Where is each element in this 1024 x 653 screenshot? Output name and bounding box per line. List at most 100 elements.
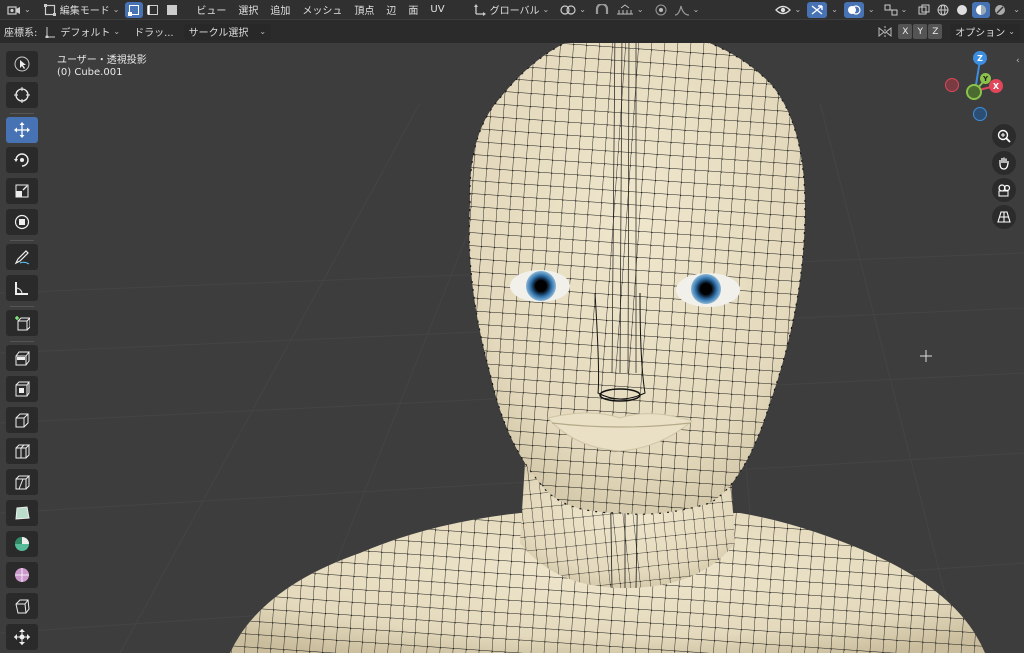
tool-add-cube[interactable] bbox=[6, 310, 38, 336]
mesh-edit-overlays-icon bbox=[884, 4, 898, 15]
gizmo-axis-neg-y[interactable] bbox=[966, 84, 982, 100]
viewport-canvas[interactable] bbox=[0, 43, 1024, 653]
gizmo-axis-y[interactable]: Y bbox=[980, 73, 991, 84]
mesh-edit-overlays[interactable]: ⌄ bbox=[881, 2, 911, 18]
bevel-icon bbox=[15, 413, 29, 428]
mirror-y-toggle[interactable]: Y bbox=[913, 24, 928, 39]
overlays-icon bbox=[847, 4, 861, 15]
visibility-dropdown[interactable]: ⌄ bbox=[772, 2, 804, 18]
tool-settings-header: 座標系: デフォルト ⌄ ドラッ... サークル選択 ⌄ X Y Z オプション ⌄ bbox=[0, 20, 1024, 43]
zoom-button[interactable] bbox=[992, 124, 1016, 148]
edge-select-button[interactable] bbox=[144, 2, 162, 18]
shrink-fatten-icon bbox=[14, 629, 30, 645]
solid-sphere-icon bbox=[957, 4, 968, 15]
tool-extrude[interactable] bbox=[6, 345, 38, 371]
tool-select-cursor[interactable] bbox=[6, 51, 38, 77]
shading-material-button[interactable] bbox=[972, 1, 991, 18]
shading-dropdown[interactable]: ⌄ bbox=[1013, 5, 1020, 14]
ruler-icon bbox=[15, 282, 28, 295]
tool-annotate[interactable] bbox=[6, 244, 38, 270]
menu-select[interactable]: 選択 bbox=[232, 2, 264, 17]
loop-cut-icon bbox=[15, 444, 30, 459]
mirror-x-toggle[interactable]: X bbox=[898, 24, 913, 39]
proportional-edit-toggle[interactable] bbox=[652, 2, 670, 18]
vertex-select-icon bbox=[128, 4, 140, 16]
shading-solid-button[interactable] bbox=[953, 2, 971, 18]
tool-shrink-fatten[interactable] bbox=[6, 624, 38, 650]
pivot-point-dropdown[interactable]: ⌄ bbox=[557, 2, 589, 18]
tool-transform[interactable] bbox=[6, 209, 38, 235]
shading-rendered-button[interactable] bbox=[991, 2, 1009, 18]
menu-uv[interactable]: UV bbox=[424, 4, 450, 15]
menu-mesh[interactable]: メッシュ bbox=[296, 2, 348, 17]
scale-icon bbox=[15, 184, 29, 198]
rendered-sphere-icon bbox=[995, 4, 1006, 15]
gizmo-axis-neg-z[interactable] bbox=[973, 107, 987, 121]
gizmo-axis-neg-x[interactable] bbox=[945, 78, 959, 92]
gizmo-toggle[interactable] bbox=[807, 1, 828, 18]
overlays-toggle[interactable] bbox=[843, 1, 864, 18]
snap-toggle[interactable] bbox=[592, 2, 612, 18]
menu-vertex[interactable]: 頂点 bbox=[348, 2, 380, 17]
gizmo-axis-z[interactable]: Z bbox=[973, 51, 987, 65]
tool-rotate[interactable] bbox=[6, 147, 38, 173]
face-select-button[interactable] bbox=[163, 2, 181, 18]
gizmo-dropdown[interactable]: ⌄ bbox=[831, 5, 838, 14]
coord-label: 座標系: bbox=[4, 28, 38, 39]
menu-face[interactable]: 面 bbox=[402, 2, 424, 17]
options-dropdown[interactable]: オプション ⌄ bbox=[950, 23, 1020, 40]
vertex-select-button[interactable] bbox=[125, 1, 144, 18]
object-name: (0) Cube.001 bbox=[57, 67, 123, 78]
smooth-sphere-icon bbox=[15, 568, 29, 582]
snap-target-dropdown[interactable]: ⌄ bbox=[613, 2, 647, 18]
crosshair-cursor-icon bbox=[920, 350, 932, 362]
tool-3d-cursor[interactable] bbox=[6, 82, 38, 108]
tool-scale[interactable] bbox=[6, 178, 38, 204]
menu-add[interactable]: 追加 bbox=[264, 2, 296, 17]
overlays-dropdown[interactable]: ⌄ bbox=[868, 5, 875, 14]
snap-increment-icon bbox=[616, 3, 633, 14]
orientation-dropdown[interactable]: デフォルト ⌄ bbox=[42, 24, 122, 40]
rotate-icon bbox=[14, 153, 29, 167]
perspective-toggle-button[interactable] bbox=[992, 205, 1016, 229]
falloff-dropdown[interactable]: ⌄ bbox=[671, 2, 703, 18]
tool-poly-build[interactable] bbox=[6, 500, 38, 526]
orientation-value: デフォルト bbox=[60, 28, 111, 39]
editor-type-button[interactable]: ⌄ bbox=[4, 2, 34, 18]
tool-spin[interactable] bbox=[6, 531, 38, 557]
transform-orientation-dropdown[interactable]: グローバル ⌄ bbox=[471, 2, 553, 18]
editor-type-icon bbox=[7, 5, 20, 15]
tool-shear[interactable] bbox=[6, 593, 38, 619]
tool-loop-cut[interactable] bbox=[6, 438, 38, 464]
tool-measure[interactable] bbox=[6, 275, 38, 301]
proportional-edit-icon bbox=[655, 4, 667, 15]
mode-dropdown[interactable]: 編集モード ⌄ bbox=[41, 2, 123, 18]
select-tool-dropdown[interactable]: サークル選択 ⌄ bbox=[183, 23, 272, 40]
tool-move[interactable] bbox=[6, 117, 38, 143]
menu-view[interactable]: ビュー bbox=[190, 2, 232, 17]
mirror-z-toggle[interactable]: Z bbox=[928, 24, 943, 39]
magnet-icon bbox=[595, 3, 608, 14]
left-eye[interactable] bbox=[510, 270, 570, 302]
tool-knife[interactable] bbox=[6, 469, 38, 495]
tool-inset[interactable] bbox=[6, 376, 38, 402]
orientation-icon bbox=[473, 3, 486, 16]
shading-wireframe-button[interactable] bbox=[934, 2, 952, 18]
face-select-icon bbox=[167, 4, 178, 15]
right-eye[interactable] bbox=[676, 273, 740, 307]
tool-bevel[interactable] bbox=[6, 407, 38, 433]
pan-button[interactable] bbox=[992, 151, 1016, 175]
xray-toggle[interactable] bbox=[915, 2, 933, 18]
camera-view-button[interactable] bbox=[992, 178, 1016, 202]
gizmo-axis-x[interactable]: X bbox=[989, 79, 1003, 93]
orientation-label: グローバル bbox=[489, 6, 540, 17]
pivot-icon bbox=[560, 4, 576, 15]
menu-edge[interactable]: 辺 bbox=[380, 2, 402, 17]
transform-icon bbox=[14, 214, 30, 230]
move-arrows-icon bbox=[14, 122, 30, 138]
options-label: オプション bbox=[955, 28, 1006, 39]
pencil-icon bbox=[14, 250, 30, 265]
tool-smooth[interactable] bbox=[6, 562, 38, 588]
select-tool-value: サークル選択 bbox=[188, 28, 249, 39]
sidebar-toggle[interactable]: ‹ bbox=[1016, 56, 1020, 66]
